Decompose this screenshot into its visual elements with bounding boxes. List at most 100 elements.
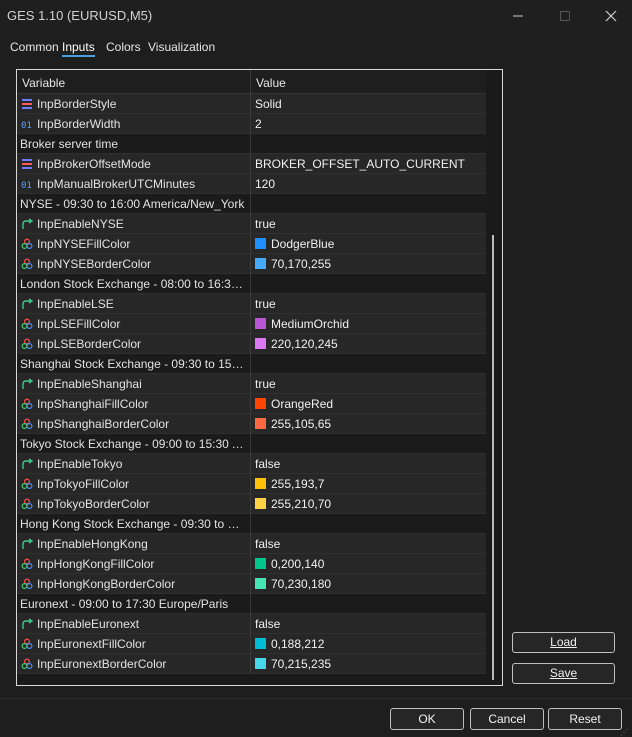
column-divider <box>250 294 251 314</box>
variable-name: InpEuronextFillColor <box>37 637 146 651</box>
color-icon <box>21 258 33 270</box>
color-icon <box>21 418 33 430</box>
value-cell[interactable]: true <box>255 297 276 311</box>
value-cell[interactable]: 70,230,180 <box>271 577 331 591</box>
column-divider[interactable] <box>250 70 251 94</box>
table-row[interactable]: InpShanghaiFillColor OrangeRed <box>17 394 486 414</box>
tab-inputs[interactable]: Inputs <box>62 40 95 54</box>
table-row[interactable]: InpShanghaiBorderColor 255,105,65 <box>17 414 486 434</box>
table-row[interactable]: InpHongKongFillColor 0,200,140 <box>17 554 486 574</box>
table-row[interactable]: 01 InpBorderWidth 2 <box>17 114 486 134</box>
tab-colors[interactable]: Colors <box>106 40 141 54</box>
table-row[interactable]: InpEuronextFillColor 0,188,212 <box>17 634 486 654</box>
reset-button[interactable]: Reset <box>548 708 622 730</box>
value-cell[interactable]: 0,188,212 <box>271 637 324 651</box>
table-row[interactable]: InpNYSEFillColor DodgerBlue <box>17 234 486 254</box>
enum-icon <box>21 158 33 170</box>
column-divider <box>250 314 251 334</box>
table-row[interactable]: InpEnableNYSE true <box>17 214 486 234</box>
color-icon <box>21 658 33 670</box>
group-label: Shanghai Stock Exchange - 09:30 to 15:00… <box>20 357 246 371</box>
value-cell[interactable]: 255,193,7 <box>271 477 324 491</box>
color-swatch[interactable] <box>255 398 266 409</box>
header-variable[interactable]: Variable <box>22 76 65 90</box>
vertical-scrollbar[interactable] <box>492 235 494 680</box>
tab-visualization[interactable]: Visualization <box>148 40 215 54</box>
table-row[interactable]: InpLSEBorderColor 220,120,245 <box>17 334 486 354</box>
resize-grip-icon[interactable]: ⋰ <box>620 728 630 737</box>
table-row[interactable]: InpLSEFillColor MediumOrchid <box>17 314 486 334</box>
save-button[interactable]: Save <box>512 663 615 684</box>
color-swatch[interactable] <box>255 238 266 249</box>
table-row[interactable]: InpEuronextBorderColor 70,215,235 <box>17 654 486 674</box>
group-row[interactable]: Broker server time <box>17 134 486 154</box>
group-label: Broker server time <box>20 137 119 151</box>
value-cell[interactable]: BROKER_OFFSET_AUTO_CURRENT <box>255 157 465 171</box>
minimize-button[interactable] <box>503 4 533 28</box>
table-row[interactable]: InpHongKongBorderColor 70,230,180 <box>17 574 486 594</box>
ok-button[interactable]: OK <box>390 708 464 730</box>
color-swatch[interactable] <box>255 478 266 489</box>
value-cell[interactable]: MediumOrchid <box>271 317 349 331</box>
color-swatch[interactable] <box>255 318 266 329</box>
variable-name: InpEnableEuronext <box>37 617 140 631</box>
table-row[interactable]: InpTokyoFillColor 255,193,7 <box>17 474 486 494</box>
column-divider <box>250 214 251 234</box>
value-cell[interactable]: DodgerBlue <box>271 237 334 251</box>
color-swatch[interactable] <box>255 658 266 669</box>
close-button[interactable] <box>596 4 626 28</box>
color-icon <box>21 578 33 590</box>
column-divider <box>250 334 251 354</box>
table-row[interactable]: InpEnableLSE true <box>17 294 486 314</box>
value-cell[interactable]: 70,170,255 <box>271 257 331 271</box>
table-row[interactable]: InpEnableHongKong false <box>17 534 486 554</box>
column-divider <box>250 114 251 134</box>
value-cell[interactable]: 120 <box>255 177 275 191</box>
group-row[interactable]: NYSE - 09:30 to 16:00 America/New_York <box>17 194 486 214</box>
value-cell[interactable]: Solid <box>255 97 282 111</box>
color-icon <box>21 498 33 510</box>
table-row[interactable]: InpTokyoBorderColor 255,210,70 <box>17 494 486 514</box>
value-cell[interactable]: 255,210,70 <box>271 497 331 511</box>
color-swatch[interactable] <box>255 338 266 349</box>
table-row[interactable]: InpNYSEBorderColor 70,170,255 <box>17 254 486 274</box>
variable-name: InpLSEBorderColor <box>37 337 142 351</box>
table-row[interactable]: InpBrokerOffsetMode BROKER_OFFSET_AUTO_CU… <box>17 154 486 174</box>
group-row[interactable]: Shanghai Stock Exchange - 09:30 to 15:00… <box>17 354 486 374</box>
value-cell[interactable]: 2 <box>255 117 262 131</box>
color-swatch[interactable] <box>255 558 266 569</box>
group-row[interactable]: Tokyo Stock Exchange - 09:00 to 15:30 As… <box>17 434 486 454</box>
minimize-icon <box>513 15 523 17</box>
maximize-button <box>550 4 580 28</box>
group-row[interactable]: London Stock Exchange - 08:00 to 16:30 E… <box>17 274 486 294</box>
cancel-button[interactable]: Cancel <box>470 708 544 730</box>
dialog-footer: OK Cancel Reset <box>0 698 632 737</box>
column-divider <box>250 134 251 154</box>
table-row[interactable]: InpBorderStyle Solid <box>17 94 486 114</box>
value-cell[interactable]: 0,200,140 <box>271 557 324 571</box>
value-cell[interactable]: 220,120,245 <box>271 337 338 351</box>
load-button[interactable]: Load <box>512 632 615 653</box>
tab-common[interactable]: Common <box>10 40 59 54</box>
group-row[interactable]: Euronext - 09:00 to 17:30 Europe/Paris <box>17 594 486 614</box>
table-row[interactable]: 01 InpManualBrokerUTCMinutes 120 <box>17 174 486 194</box>
color-swatch[interactable] <box>255 258 266 269</box>
color-swatch[interactable] <box>255 638 266 649</box>
column-divider <box>250 414 251 434</box>
color-swatch[interactable] <box>255 498 266 509</box>
value-cell[interactable]: 255,105,65 <box>271 417 331 431</box>
value-cell[interactable]: true <box>255 377 276 391</box>
value-cell[interactable]: true <box>255 217 276 231</box>
value-cell[interactable]: OrangeRed <box>271 397 333 411</box>
table-row[interactable]: InpEnableEuronext false <box>17 614 486 634</box>
value-cell[interactable]: 70,215,235 <box>271 657 331 671</box>
color-swatch[interactable] <box>255 418 266 429</box>
table-row[interactable]: InpEnableTokyo false <box>17 454 486 474</box>
value-cell[interactable]: false <box>255 537 280 551</box>
group-row[interactable]: Hong Kong Stock Exchange - 09:30 to 16:0… <box>17 514 486 534</box>
color-swatch[interactable] <box>255 578 266 589</box>
table-row[interactable]: InpEnableShanghai true <box>17 374 486 394</box>
value-cell[interactable]: false <box>255 617 280 631</box>
header-value[interactable]: Value <box>256 76 286 90</box>
value-cell[interactable]: false <box>255 457 280 471</box>
